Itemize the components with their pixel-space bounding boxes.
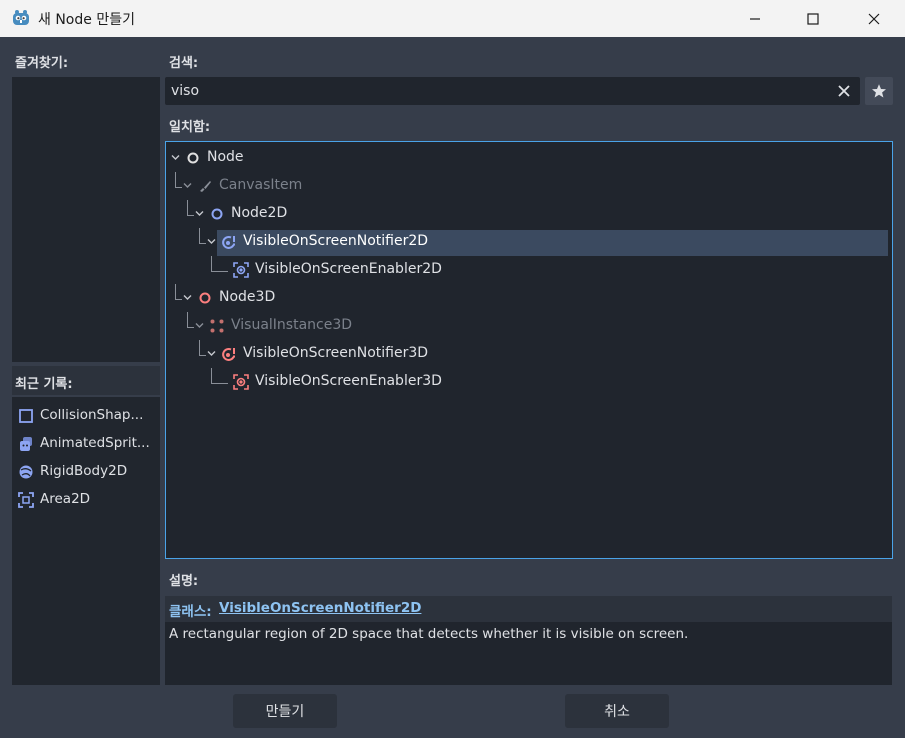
chevron-down-icon[interactable]	[183, 293, 192, 302]
recent-item-area2d[interactable]: Area2D	[12, 487, 160, 513]
rigid-body-icon	[19, 465, 33, 479]
close-icon	[868, 13, 880, 24]
canvas-item-icon	[200, 181, 211, 192]
visible-notifier-3d-icon	[222, 347, 235, 361]
favorites-list[interactable]	[12, 77, 160, 362]
area2d-icon	[18, 492, 34, 508]
tree-item-label: Node	[207, 149, 244, 165]
chevron-down-icon[interactable]	[171, 153, 180, 162]
cancel-button[interactable]: 취소	[565, 694, 669, 728]
description-text: A rectangular region of 2D space that de…	[169, 626, 689, 642]
recent-item-rigidbody2d[interactable]: RigidBody2D	[12, 459, 160, 485]
minimize-icon	[750, 17, 760, 20]
recent-item-animatedsprite[interactable]: AnimatedSprit...	[12, 431, 160, 457]
recent-item-label: AnimatedSprit...	[40, 435, 150, 451]
tree-item-visibleonscreennotifier3d[interactable]: VisibleOnScreenNotifier3D	[167, 341, 887, 367]
tree-item-label: VisibleOnScreenEnabler3D	[255, 373, 442, 389]
tree-item-label: VisualInstance3D	[231, 317, 353, 333]
visual-instance-3d-icon	[210, 319, 224, 333]
visible-enabler-2d-icon	[233, 262, 249, 278]
favorite-toggle-button[interactable]	[865, 77, 893, 105]
chevron-down-icon[interactable]	[195, 321, 204, 330]
tree-item-label: VisibleOnScreenEnabler2D	[255, 261, 442, 277]
tree-item-node2d[interactable]: Node2D	[167, 201, 887, 227]
recent-item-label: CollisionShap...	[40, 407, 144, 423]
recent-list[interactable]: CollisionShap... AnimatedSprit... RigidB…	[12, 397, 160, 685]
matches-label: 일치함:	[169, 120, 211, 135]
recent-header: 최근 기록:	[12, 366, 160, 395]
search-input[interactable]	[171, 77, 821, 105]
recent-item-label: Area2D	[40, 491, 91, 507]
search-field[interactable]	[165, 77, 860, 105]
tree-item-label: CanvasItem	[219, 177, 303, 193]
visible-enabler-3d-icon	[233, 374, 249, 390]
recent-item-collisionshape[interactable]: CollisionShap...	[12, 403, 160, 429]
chevron-down-icon[interactable]	[183, 181, 192, 190]
tree-item-node[interactable]: Node	[167, 145, 887, 171]
node-icon	[187, 152, 199, 164]
node2d-icon	[211, 208, 223, 220]
tree-item-visibleonscreenenabler3d[interactable]: VisibleOnScreenEnabler3D	[167, 369, 887, 395]
class-link[interactable]: VisibleOnScreenNotifier2D	[219, 600, 421, 616]
favorites-label: 즐겨찾기:	[15, 56, 69, 71]
clear-search-icon[interactable]	[835, 82, 853, 100]
chevron-down-icon[interactable]	[195, 209, 204, 218]
maximize-icon	[807, 12, 819, 25]
chevron-down-icon[interactable]	[207, 349, 216, 358]
tree-item-label: VisibleOnScreenNotifier3D	[243, 345, 429, 361]
description-label: 설명:	[169, 574, 199, 589]
tree-item-label: Node3D	[219, 289, 276, 305]
recent-label: 최근 기록:	[15, 377, 73, 392]
search-label: 검색:	[169, 56, 199, 71]
node3d-icon	[199, 292, 211, 304]
description-body: A rectangular region of 2D space that de…	[165, 622, 892, 685]
title-bar: 새 Node 만들기	[0, 0, 905, 37]
minimize-button[interactable]	[726, 0, 784, 37]
visible-notifier-2d-icon	[222, 235, 235, 249]
window-title: 새 Node 만들기	[38, 12, 135, 28]
tree-item-visualinstance3d[interactable]: VisualInstance3D	[167, 313, 887, 339]
star-icon	[872, 84, 886, 98]
tree-item-canvasitem[interactable]: CanvasItem	[167, 173, 887, 199]
create-button[interactable]: 만들기	[233, 694, 337, 728]
animated-sprite-icon	[20, 437, 32, 451]
recent-item-label: RigidBody2D	[40, 463, 128, 479]
close-button[interactable]	[843, 0, 905, 37]
collision-shape-icon	[19, 409, 33, 423]
tree-item-visibleonscreenenabler2d[interactable]: VisibleOnScreenEnabler2D	[167, 257, 887, 283]
maximize-button[interactable]	[784, 0, 842, 37]
chevron-down-icon[interactable]	[207, 237, 216, 246]
class-label: 클래스:	[169, 604, 212, 620]
description-class-header: 클래스: VisibleOnScreenNotifier2D	[165, 596, 892, 622]
godot-logo-icon	[13, 10, 29, 25]
tree-item-node3d[interactable]: Node3D	[167, 285, 887, 311]
tree-item-visibleonscreennotifier2d[interactable]: VisibleOnScreenNotifier2D	[167, 229, 887, 255]
tree-item-label: Node2D	[231, 205, 288, 221]
tree-item-label: VisibleOnScreenNotifier2D	[243, 233, 429, 249]
